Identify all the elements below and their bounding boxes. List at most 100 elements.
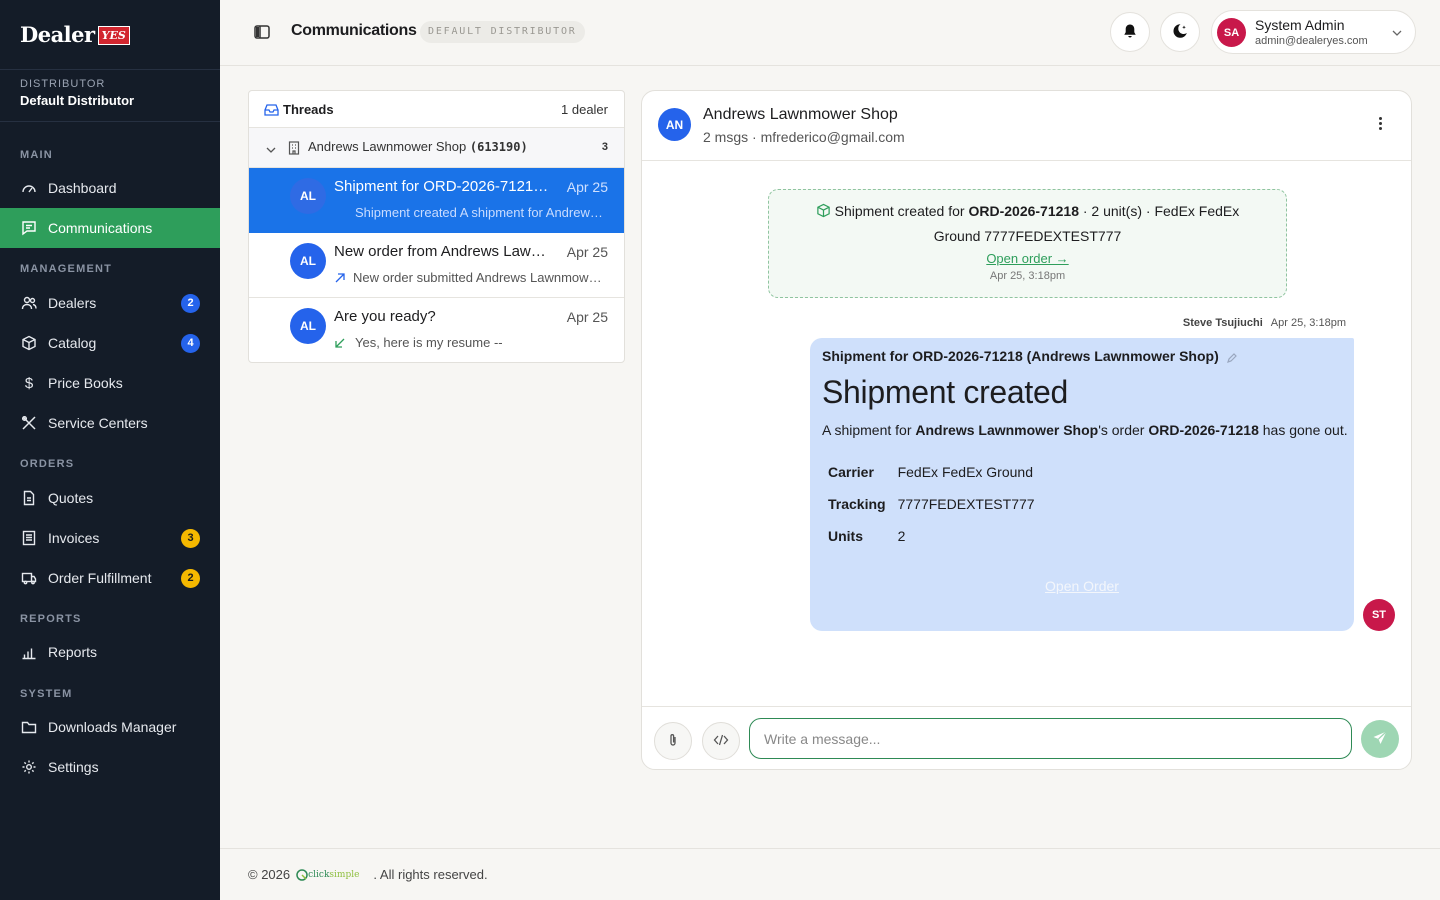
arrow-up-right-icon (334, 272, 346, 284)
detail-key: Units (828, 528, 863, 544)
brand-tag: YES (97, 26, 130, 45)
thread-preview-text: Yes, here is my resume -- (355, 335, 503, 350)
avatar: AN (658, 108, 691, 141)
dealer-thread-count: 3 (601, 141, 608, 153)
sidebar-item-label: Price Books (48, 375, 123, 391)
clicksimple-logo-mark (296, 868, 308, 881)
sidebar-item-communications[interactable]: Communications (0, 208, 220, 248)
sidebar-item-dealers[interactable]: Dealers 2 (0, 283, 220, 323)
chevron-down-icon[interactable] (265, 143, 277, 159)
sidebar-item-invoices[interactable]: Invoices 3 (0, 518, 220, 558)
section-system: SYSTEM (20, 688, 73, 700)
detail-key: Tracking (828, 496, 886, 512)
sidebar-item-label: Dealers (48, 295, 97, 311)
avatar: AL (290, 308, 326, 344)
sidebar-item-label: Catalog (48, 335, 97, 351)
sidebar-item-label: Dashboard (48, 180, 117, 196)
copyright: © 2026 (248, 867, 291, 882)
clicksimple-logo[interactable]: click simple (296, 868, 359, 881)
message-composer (642, 706, 1411, 769)
message-subject: Shipment for ORD-2026-71218 (Andrews Law… (822, 348, 1219, 364)
building-icon (288, 141, 300, 158)
thread-item[interactable]: AL Are you ready? Apr 25 Yes, here is my… (249, 298, 624, 362)
box-icon (20, 334, 38, 352)
message-bubble: Shipment for ORD-2026-71218 (Andrews Law… (810, 338, 1354, 631)
avatar: ST (1363, 599, 1395, 631)
html-mode-button[interactable] (702, 722, 740, 760)
page-title: Communications (291, 22, 417, 39)
conversation-title: Andrews Lawnmower Shop (703, 106, 898, 123)
dealer-group-name: Andrews Lawnmower Shop (613190) (308, 139, 528, 154)
rights-text: . All rights reserved. (373, 867, 488, 882)
thread-item[interactable]: AL New order from Andrews Lawnmower Shop… (249, 233, 624, 298)
thread-date: Apr 25 (566, 179, 608, 195)
detail-key: Carrier (828, 464, 874, 480)
paperclip-icon (666, 733, 680, 750)
message-input[interactable] (749, 718, 1352, 759)
thread-item[interactable]: AL Shipment for ORD-2026-71218 (Andrews … (249, 168, 624, 233)
attach-button[interactable] (654, 722, 692, 760)
intro-part: has gone out. (1258, 422, 1348, 438)
sidebar-item-service-centers[interactable]: Service Centers (0, 403, 220, 443)
theme-toggle-button[interactable] (1160, 12, 1200, 52)
thread-preview: New order submitted Andrews Lawnmower Sh… (334, 270, 604, 285)
thread-subject: New order from Andrews Lawnmower Shop (334, 243, 554, 260)
sidebar-item-label: Quotes (48, 490, 94, 506)
sidebar-item-downloads-manager[interactable]: Downloads Manager (0, 707, 220, 747)
sidebar-item-label: Service Centers (48, 415, 148, 431)
sidebar-item-label: Settings (48, 759, 99, 775)
thread-preview: Yes, here is my resume -- (334, 335, 604, 350)
threads-panel: Threads 1 dealer Andrews Lawnmower Shop … (248, 90, 625, 363)
message-time: Apr 25, 3:18pm (1270, 317, 1346, 329)
footer-text: © 2026 click simple . All rights reserved… (248, 867, 488, 882)
message-intro: A shipment for Andrews Lawnmower Shop's … (822, 422, 1348, 438)
notifications-button[interactable] (1110, 12, 1150, 52)
user-name: System Admin (1255, 17, 1345, 33)
detail-value: 2 (897, 528, 906, 544)
thread-date: Apr 25 (566, 309, 608, 325)
sidebar-item-price-books[interactable]: $ Price Books (0, 363, 220, 403)
message-icon (20, 219, 38, 237)
threads-title: Threads (283, 102, 334, 117)
sidebar-item-quotes[interactable]: Quotes (0, 478, 220, 518)
receipt-icon (20, 529, 38, 547)
open-order-button[interactable]: Open Order (810, 578, 1354, 594)
thread-preview-text: Shipment created A shipment for Andrews … (355, 205, 604, 220)
intro-part: 's order (1098, 422, 1149, 438)
more-options-icon[interactable] (1379, 117, 1383, 132)
arrow-down-left-icon (334, 337, 348, 349)
system-event-note: Shipment created for ORD-2026-71218 · 2 … (768, 189, 1287, 298)
sidebar-item-order-fulfillment[interactable]: Order Fulfillment 2 (0, 558, 220, 598)
pencil-icon[interactable] (1226, 351, 1238, 367)
message-meta: Steve Tsujiuchi Apr 25, 3:18pm (1183, 317, 1346, 329)
table-row: Units 2 (822, 520, 1041, 552)
sidebar-item-reports[interactable]: Reports (0, 632, 220, 672)
sidebar-item-label: Invoices (48, 530, 100, 546)
distributor-label: DISTRIBUTOR (20, 78, 106, 90)
sidebar-toggle-icon[interactable] (253, 23, 271, 41)
conversation-header: AN Andrews Lawnmower Shop 2 msgs · mfred… (642, 91, 1411, 161)
dealers-count-badge: 2 (181, 293, 200, 313)
open-order-link[interactable]: Open order → (986, 251, 1068, 266)
avatar: SA (1217, 18, 1246, 47)
sidebar-item-label: Order Fulfillment (48, 570, 152, 586)
user-menu[interactable]: SA System Admin admin@dealeryes.com (1211, 10, 1416, 54)
dollar-icon: $ (24, 374, 34, 392)
sidebar-item-dashboard[interactable]: Dashboard (0, 168, 220, 208)
sidebar-item-settings[interactable]: Settings (0, 747, 220, 787)
intro-shop: Andrews Lawnmower Shop (915, 422, 1099, 438)
bell-icon (1122, 23, 1138, 42)
message-heading: Shipment created (822, 374, 1069, 410)
moon-icon (1171, 22, 1189, 43)
dealer-group-row[interactable]: Andrews Lawnmower Shop (613190) 3 (249, 128, 624, 168)
chevron-down-icon (1391, 26, 1403, 42)
package-icon (816, 202, 831, 225)
brand-logo[interactable]: Dealer YES (0, 0, 220, 70)
thread-subject: Shipment for ORD-2026-71218 (Andrews Law… (334, 178, 554, 195)
sidebar-item-catalog[interactable]: Catalog 4 (0, 323, 220, 363)
catalog-count-badge: 4 (181, 333, 200, 353)
brand-name: Dealer (20, 22, 95, 47)
system-event-order: ORD-2026-71218 (968, 203, 1079, 219)
send-button[interactable] (1361, 720, 1399, 758)
avatar: AL (290, 243, 326, 279)
